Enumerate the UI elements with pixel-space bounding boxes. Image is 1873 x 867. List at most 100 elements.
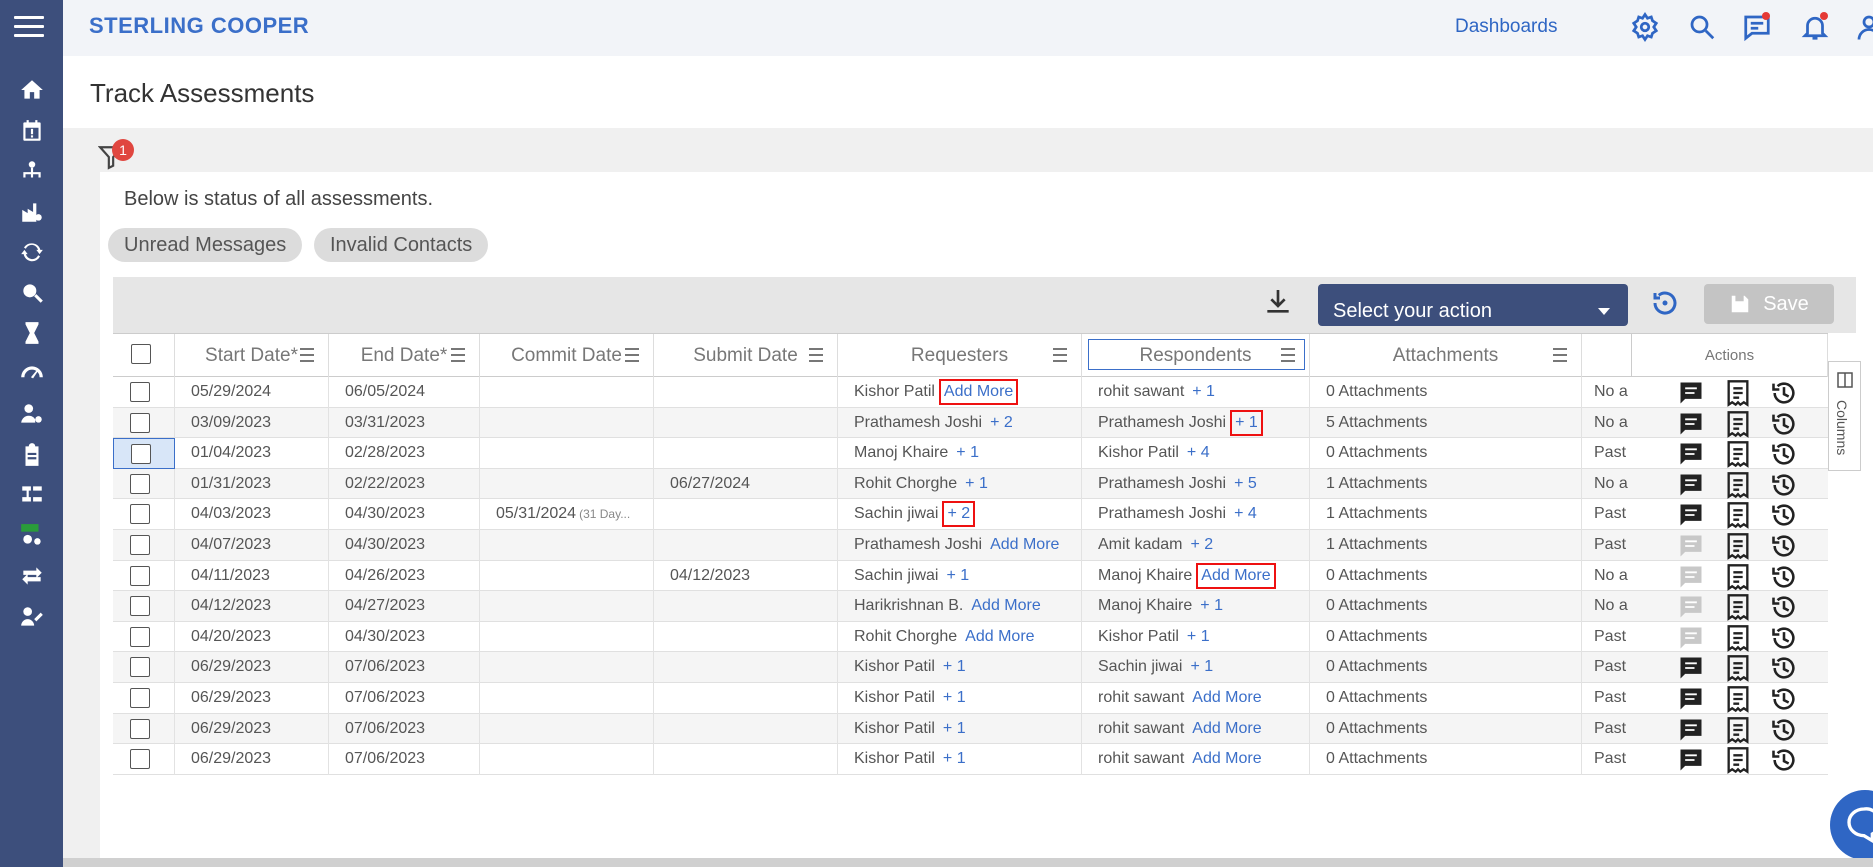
search-icon[interactable] (1687, 12, 1717, 42)
assessment-list-icon[interactable] (1724, 379, 1752, 407)
history-clock-icon[interactable] (1770, 379, 1798, 407)
message-icon[interactable] (1677, 624, 1705, 652)
history-clock-icon[interactable] (1770, 716, 1798, 744)
factory-gear-icon[interactable] (0, 192, 63, 233)
table-row[interactable]: 04/03/2023 04/30/2023 05/31/2024 (31 Day...… (113, 499, 1828, 530)
respondent-more-link[interactable]: + 1 (1190, 658, 1213, 675)
message-icon[interactable] (1677, 685, 1705, 713)
table-row[interactable]: 05/29/2024 06/05/2024 Kishor Patil Add More… (113, 377, 1828, 408)
history-clock-icon[interactable] (1770, 593, 1798, 621)
column-menu-icon[interactable] (1553, 348, 1567, 366)
table-row[interactable]: 03/09/2023 03/31/2023 Prathamesh Joshi + 2P… (113, 407, 1828, 439)
table-row[interactable]: 06/29/2023 07/06/2023 Kishor Patil + 1 rohit… (113, 744, 1828, 775)
notifications-bell-icon[interactable] (1800, 12, 1830, 42)
respondent-more-link[interactable]: Add More (1196, 562, 1276, 589)
history-clock-icon[interactable] (1770, 624, 1798, 652)
respondent-more-link[interactable]: + 2 (1190, 536, 1213, 553)
user-search-icon[interactable] (0, 273, 63, 314)
assessment-list-icon[interactable] (1724, 654, 1752, 683)
row-checkbox[interactable] (130, 596, 150, 617)
table-row[interactable]: 06/29/2023 07/06/2023 Kishor Patil + 1 Sachi… (113, 652, 1828, 683)
header-submit-date[interactable]: Submit Date (654, 334, 838, 377)
header-commit-date[interactable]: Commit Date (480, 334, 654, 377)
row-checkbox[interactable] (130, 473, 150, 494)
row-checkbox[interactable] (130, 718, 150, 739)
table-row[interactable]: 06/29/2023 07/06/2023 Kishor Patil + 1 rohit… (113, 683, 1828, 714)
message-icon[interactable] (1677, 379, 1705, 407)
requester-more-link[interactable]: Add More (965, 628, 1034, 645)
select-action-dropdown[interactable]: Select your action (1318, 284, 1628, 326)
calendar-alert-icon[interactable] (0, 111, 63, 152)
user-profile-icon[interactable] (1854, 12, 1873, 42)
save-button[interactable]: Save (1704, 284, 1834, 324)
columns-side-tab[interactable]: Columns (1828, 361, 1861, 471)
hamburger-menu-icon[interactable] (14, 16, 44, 38)
assessment-list-icon[interactable] (1724, 593, 1752, 622)
table-row[interactable]: 06/29/2023 07/06/2023 Kishor Patil + 1 rohit… (113, 713, 1828, 745)
clipboard-list-icon[interactable] (0, 435, 63, 476)
assessment-list-icon[interactable] (1724, 746, 1752, 775)
respondent-more-link[interactable]: + 1 (1192, 383, 1215, 400)
requester-more-link[interactable]: + 1 (946, 567, 969, 584)
requester-more-link[interactable]: + 1 (943, 689, 966, 706)
assessment-list-icon[interactable] (1724, 685, 1752, 713)
column-menu-icon[interactable] (1281, 348, 1295, 366)
row-checkbox[interactable] (130, 688, 150, 708)
respondent-more-link[interactable]: + 5 (1234, 475, 1257, 492)
user-settings-icon[interactable] (0, 394, 63, 435)
assessment-list-icon[interactable] (1724, 471, 1752, 499)
row-checkbox[interactable] (130, 504, 150, 525)
message-icon[interactable] (1677, 501, 1705, 529)
dashboards-link[interactable]: Dashboards (1455, 16, 1557, 38)
assessment-list-icon[interactable] (1724, 532, 1752, 560)
row-checkbox[interactable] (131, 444, 151, 465)
message-icon[interactable] (1677, 440, 1705, 468)
respondent-more-link[interactable]: Add More (1192, 720, 1261, 737)
new-feature-icon[interactable] (0, 516, 63, 557)
requester-more-link[interactable]: Add More (990, 536, 1059, 553)
row-checkbox[interactable] (130, 657, 150, 678)
history-clock-icon[interactable] (1770, 501, 1798, 529)
home-icon[interactable] (0, 70, 63, 111)
assessment-list-icon[interactable] (1724, 563, 1752, 591)
header-end-date[interactable]: End Date* (329, 334, 480, 377)
requester-more-link[interactable]: + 2 (942, 501, 976, 528)
row-checkbox[interactable] (130, 565, 150, 586)
table-row[interactable]: 04/12/2023 04/27/2023 Harikrishnan B. Add M… (113, 591, 1828, 622)
row-checkbox[interactable] (130, 382, 150, 402)
respondent-more-link[interactable]: Add More (1192, 750, 1261, 767)
message-icon[interactable] (1677, 716, 1705, 744)
unread-messages-chip[interactable]: Unread Messages (108, 228, 303, 262)
column-menu-icon[interactable] (300, 348, 314, 366)
org-chart-icon[interactable] (0, 151, 63, 192)
refresh-cycle-icon[interactable] (0, 232, 63, 273)
column-menu-icon[interactable] (625, 348, 639, 366)
requester-more-link[interactable]: + 1 (943, 750, 966, 767)
requester-more-link[interactable]: Add More (971, 597, 1040, 614)
history-clock-icon[interactable] (1770, 410, 1798, 438)
assessment-list-icon[interactable] (1724, 716, 1752, 744)
message-icon[interactable] (1677, 471, 1705, 499)
assessment-list-icon[interactable] (1724, 440, 1752, 469)
respondent-more-link[interactable]: + 4 (1234, 505, 1257, 522)
column-menu-icon[interactable] (809, 348, 823, 366)
requester-more-link[interactable]: + 2 (990, 414, 1013, 431)
message-icon[interactable] (1677, 654, 1705, 682)
header-requesters[interactable]: Requesters (838, 334, 1082, 377)
assessment-list-icon[interactable] (1724, 410, 1752, 438)
assessment-list-icon[interactable] (1724, 624, 1752, 652)
table-row[interactable]: 04/11/2023 04/26/2023 04/12/2023 Sachin jiw… (113, 560, 1828, 592)
table-row[interactable]: 04/20/2023 04/30/2023 Rohit Chorghe Add Mor… (113, 621, 1828, 653)
table-row[interactable]: 01/04/2023 02/28/2023 Manoj Khaire + 1 Kisho… (113, 438, 1828, 469)
header-start-date[interactable]: Start Date* (175, 334, 329, 377)
message-icon[interactable] (1677, 410, 1705, 438)
settings-gear-icon[interactable] (1630, 12, 1660, 42)
speedometer-icon[interactable] (0, 354, 63, 395)
select-all-checkbox[interactable] (131, 344, 151, 364)
requester-more-link[interactable]: + 1 (956, 444, 979, 461)
respondent-more-link[interactable]: + 1 (1200, 597, 1223, 614)
table-row[interactable]: 01/31/2023 02/22/2023 06/27/2024 Rohit Chor… (113, 468, 1828, 500)
message-icon[interactable] (1677, 563, 1705, 591)
hierarchy-icon[interactable] (0, 475, 63, 516)
message-icon[interactable] (1677, 532, 1705, 560)
